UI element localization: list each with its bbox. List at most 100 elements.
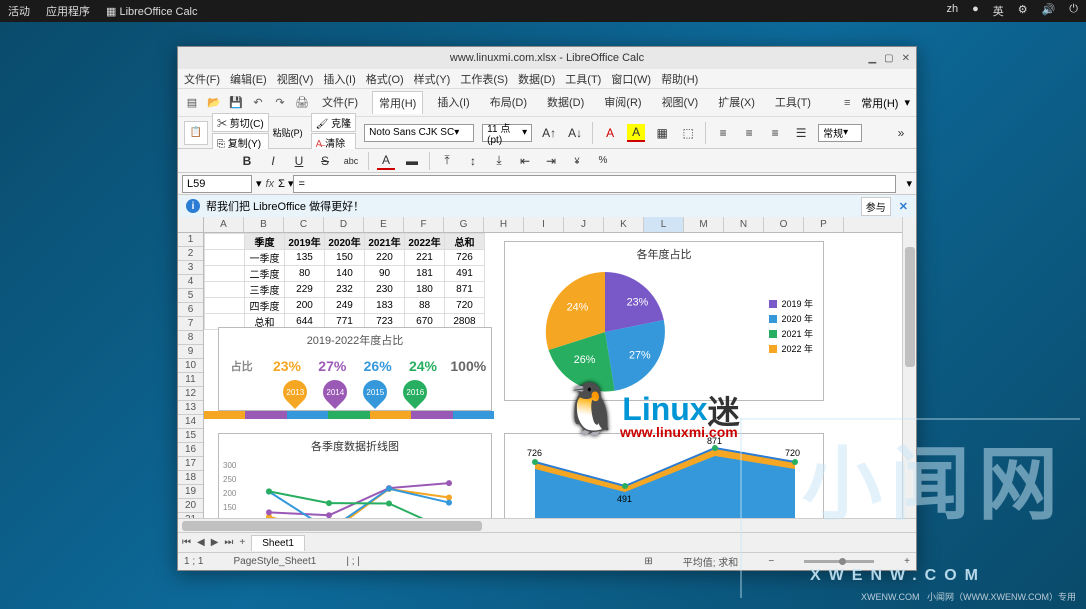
participate-button[interactable]: 参与 xyxy=(861,197,891,216)
tray-settings-icon[interactable]: ⚙ xyxy=(1018,3,1028,19)
menu-format[interactable]: 格式(O) xyxy=(366,71,404,87)
sum-icon[interactable]: Σ ▾ xyxy=(278,177,293,190)
name-box[interactable]: L59 xyxy=(182,175,252,193)
cut-button[interactable]: ✂ 剪切(C) xyxy=(212,113,269,132)
align-center-icon[interactable]: ≡ xyxy=(740,124,758,142)
tab-home[interactable]: 常用(H) xyxy=(372,91,423,114)
pie-chart[interactable]: 各年度占比 23% 27% 26% 24% 2019 年2020 年2021 年… xyxy=(504,241,824,401)
activities[interactable]: 活动 xyxy=(8,3,30,19)
underline-icon[interactable]: U xyxy=(290,152,308,170)
menu-styles[interactable]: 样式(Y) xyxy=(414,71,451,87)
cells-viewport[interactable]: 季度2019年2020年2021年2022年总和一季度1351502202217… xyxy=(204,233,902,518)
currency-icon[interactable]: ¥ xyxy=(568,152,586,170)
status-insert-icon[interactable]: ⊞ xyxy=(644,556,652,567)
percent-icon[interactable]: % xyxy=(594,152,612,170)
menu-edit[interactable]: 编辑(E) xyxy=(230,71,267,87)
formula-expand-icon[interactable]: ▾ xyxy=(902,177,916,190)
percent-chart[interactable]: 2019-2022年度占比 占比23%27%26%24%100% 2013201… xyxy=(218,327,492,411)
align-right-icon[interactable]: ≡ xyxy=(766,124,784,142)
indent-inc-icon[interactable]: ⇥ xyxy=(542,152,560,170)
zoom-in-icon[interactable]: + xyxy=(904,556,910,567)
select-all-corner[interactable] xyxy=(178,217,204,233)
row-headers[interactable]: 1234567891011121314151617181920212223242… xyxy=(178,233,204,518)
number-format-combo[interactable]: 常规▾ xyxy=(818,124,862,142)
save-icon[interactable]: 💾 xyxy=(228,95,244,111)
prev-sheet-icon[interactable]: ◀ xyxy=(197,537,205,548)
strike-icon[interactable]: S xyxy=(316,152,334,170)
fontcolor2-icon[interactable]: A xyxy=(377,152,395,170)
italic-icon[interactable]: I xyxy=(264,152,282,170)
menu-insert[interactable]: 插入(I) xyxy=(323,71,355,87)
maximize-button[interactable]: ▢ xyxy=(884,53,893,64)
highlight-icon[interactable]: A xyxy=(627,124,645,142)
print-icon[interactable]: 🖨 xyxy=(294,95,310,111)
sheet-tab[interactable]: Sheet1 xyxy=(251,535,305,551)
sheet-tab-bar: ⏮ ◀ ▶ ⏭ + Sheet1 xyxy=(178,532,916,552)
menu-file[interactable]: 文件(F) xyxy=(184,71,220,87)
tab-review[interactable]: 审阅(R) xyxy=(598,91,647,114)
font-size-combo[interactable]: 11 点 (pt) ▾ xyxy=(482,124,532,142)
close-button[interactable]: ✕ xyxy=(902,53,910,64)
shrink-font-icon[interactable]: A↓ xyxy=(566,124,584,142)
align-left-icon[interactable]: ≡ xyxy=(714,124,732,142)
font-name-combo[interactable]: Noto Sans CJK SC ▾ xyxy=(364,124,474,142)
abc-icon[interactable]: abc xyxy=(342,152,360,170)
formula-input[interactable]: = xyxy=(293,175,896,193)
tab-insert[interactable]: 插入(I) xyxy=(431,91,475,114)
tray-dot[interactable]: ● xyxy=(972,3,979,19)
menu-chevron-icon[interactable]: ≡ xyxy=(839,95,855,111)
horizontal-scrollbar[interactable] xyxy=(178,519,916,532)
font-color-icon[interactable]: A xyxy=(601,124,619,142)
tab-extension[interactable]: 扩展(X) xyxy=(712,91,761,114)
menu-help[interactable]: 帮助(H) xyxy=(661,71,698,87)
area-chart[interactable]: 726 491 871 720 xyxy=(504,433,824,518)
menu-window[interactable]: 窗口(W) xyxy=(611,71,651,87)
applications[interactable]: 应用程序 xyxy=(46,3,90,19)
valign-bot-icon[interactable]: ⤓ xyxy=(490,152,508,170)
valign-mid-icon[interactable]: ↕ xyxy=(464,152,482,170)
tray-power-icon[interactable]: ⏻ xyxy=(1069,3,1078,19)
svg-text:200: 200 xyxy=(223,489,237,498)
tab-tools[interactable]: 工具(T) xyxy=(769,91,817,114)
zoom-out-icon[interactable]: − xyxy=(768,556,774,567)
tray-lang[interactable]: 英 xyxy=(993,3,1004,19)
more-icon[interactable]: » xyxy=(892,124,910,142)
last-sheet-icon[interactable]: ⏭ xyxy=(224,537,233,548)
tab-file[interactable]: 文件(F) xyxy=(316,91,364,114)
menu-sheet[interactable]: 工作表(S) xyxy=(460,71,508,87)
valign-top-icon[interactable]: ⤒ xyxy=(438,152,456,170)
column-headers[interactable]: ABCDEFGHIJKLMNOP xyxy=(204,217,902,233)
tray-input[interactable]: zh xyxy=(946,3,958,19)
paste-icon[interactable]: 📋 xyxy=(184,121,208,145)
undo-icon[interactable]: ↶ xyxy=(250,95,266,111)
redo-icon[interactable]: ↷ xyxy=(272,95,288,111)
menu-view[interactable]: 视图(V) xyxy=(277,71,314,87)
next-sheet-icon[interactable]: ▶ xyxy=(211,537,219,548)
menu-tools[interactable]: 工具(T) xyxy=(565,71,601,87)
tab-home-right[interactable]: 常用(H) xyxy=(861,95,898,111)
minimize-button[interactable]: ▁ xyxy=(868,53,876,64)
line-chart[interactable]: 各季度数据折线图 300 250 200 150 100 xyxy=(218,433,492,518)
open-icon[interactable]: 📂 xyxy=(206,95,222,111)
indent-dec-icon[interactable]: ⇤ xyxy=(516,152,534,170)
menu-data[interactable]: 数据(D) xyxy=(518,71,555,87)
clone-format-button[interactable]: 🖌 克隆 xyxy=(311,113,356,132)
tab-view[interactable]: 视图(V) xyxy=(656,91,705,114)
cell-grid[interactable]: ABCDEFGHIJKLMNOP 12345678910111213141516… xyxy=(178,217,902,518)
merge-icon[interactable]: ⬚ xyxy=(679,124,697,142)
border-icon[interactable]: ▦ xyxy=(653,124,671,142)
tray-volume-icon[interactable]: 🔊 xyxy=(1042,3,1056,19)
vertical-scrollbar[interactable] xyxy=(902,217,916,518)
first-sheet-icon[interactable]: ⏮ xyxy=(182,537,191,548)
add-sheet-icon[interactable]: + xyxy=(239,537,245,548)
new-icon[interactable]: ▤ xyxy=(184,95,200,111)
close-info-icon[interactable]: ✕ xyxy=(899,200,908,213)
bold-icon[interactable]: B xyxy=(238,152,256,170)
zoom-slider[interactable] xyxy=(804,560,874,563)
dropdown-icon[interactable]: ▾ xyxy=(904,96,910,109)
tab-layout[interactable]: 布局(D) xyxy=(484,91,533,114)
tab-data[interactable]: 数据(D) xyxy=(541,91,590,114)
list-icon[interactable]: ☰ xyxy=(792,124,810,142)
grow-font-icon[interactable]: A↑ xyxy=(540,124,558,142)
fill-icon[interactable]: ▬ xyxy=(403,152,421,170)
